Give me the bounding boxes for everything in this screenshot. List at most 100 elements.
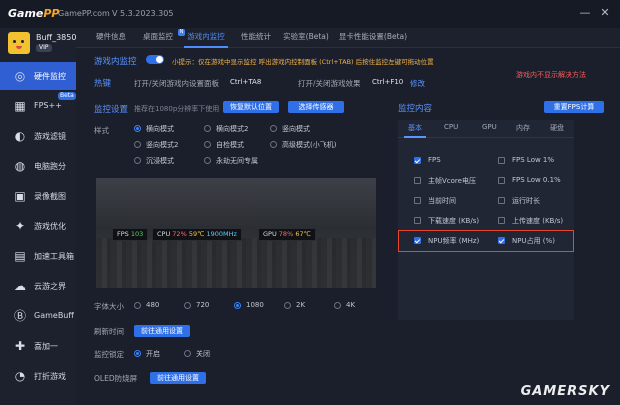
vcore-checkbox[interactable] — [414, 177, 421, 184]
style-vertical-radio[interactable] — [270, 125, 277, 132]
hud-gpu-usage: 78% — [278, 230, 294, 238]
font-size-option-label: 4K — [346, 301, 356, 309]
monitor-content-title: 监控内容 — [398, 104, 433, 114]
hud-gpu-temp: 67℃ — [295, 230, 311, 238]
sidebar-item-gamebuff[interactable]: Ⓑ GameBuff — [0, 302, 76, 330]
sidebar-item-free-games[interactable]: ✚ 喜加一 — [0, 332, 76, 360]
tab-desktop-monitor[interactable]: 桌面监控 N — [138, 28, 185, 48]
tab-memory[interactable]: 内存 — [516, 123, 530, 133]
avatar[interactable] — [8, 32, 30, 54]
download-speed-checkbox[interactable] — [414, 217, 421, 224]
sidebar-item-label: FPS++ — [34, 101, 62, 110]
tab-hardware-info[interactable]: 硬件信息 — [92, 28, 130, 48]
refresh-settings-button[interactable]: 前往通用设置 — [134, 325, 190, 337]
style-selfcheck-radio[interactable] — [204, 141, 211, 148]
tab-cpu[interactable]: CPU — [444, 123, 458, 131]
sidebar-item-label: 打折游戏 — [34, 372, 66, 381]
tab-basic[interactable]: 基本 — [408, 123, 422, 133]
gamersky-watermark: GAMERSKY — [520, 384, 610, 399]
beta-badge: Beta — [58, 92, 76, 100]
tab-disk[interactable]: 硬盘 — [550, 123, 564, 133]
fps-low01-checkbox[interactable] — [498, 177, 505, 184]
runtime-checkbox-label: 运行时长 — [512, 197, 540, 205]
troubleshoot-link[interactable]: 游戏内不显示解决方法 — [516, 70, 586, 80]
gamebuff-icon: Ⓑ — [13, 309, 26, 323]
sidebar-item-label: 录像截图 — [34, 192, 66, 201]
sidebar-item-recording[interactable]: ▣ 录像截图 — [0, 182, 76, 210]
toolbox-icon: ▤ — [14, 249, 26, 263]
logo-text-a: Game — [8, 7, 44, 20]
oled-settings-button[interactable]: 前往通用设置 — [150, 372, 206, 384]
style-option-label: 沉浸模式 — [146, 157, 174, 165]
oled-label: OLED防烧屏 — [94, 374, 138, 383]
tab-lab[interactable]: 实验室(Beta) — [282, 28, 330, 48]
fps-checkbox-label: FPS — [428, 156, 441, 164]
style-vertical2-radio[interactable] — [134, 141, 141, 148]
camera-icon: ▣ — [14, 189, 26, 203]
fps-low1-checkbox-label: FPS Low 1% — [512, 156, 555, 164]
sidebar-item-hardware-monitor[interactable]: ◎ 硬件监控 — [0, 62, 76, 90]
hud-cpu-freq: 1900MHz — [206, 230, 237, 238]
user-profile[interactable]: Buff_3850... VIP — [0, 28, 84, 64]
sidebar-item-discount[interactable]: ◔ 打折游戏 — [0, 362, 76, 390]
hud-fps-label: FPS — [117, 230, 129, 238]
style-horizontal2-radio[interactable] — [204, 125, 211, 132]
discount-icon: ◔ — [14, 369, 26, 383]
tab-gpu[interactable]: GPU — [482, 123, 497, 131]
reset-fps-button[interactable]: 重置FPS计算 — [544, 101, 604, 113]
sidebar-item-fps[interactable]: ▦ FPS++ Beta — [0, 92, 76, 120]
font-size-option-label: 480 — [146, 301, 160, 309]
upload-speed-checkbox[interactable] — [498, 217, 505, 224]
hotkey-edit-link[interactable]: 修改 — [410, 78, 425, 89]
font-size-option-label: 2K — [296, 301, 306, 309]
font-size-480-radio[interactable] — [134, 302, 141, 309]
overlay-preview: FPS 103 CPU 72% 59℃ 1900MHz GPU 78% 67℃ — [96, 178, 376, 288]
tab-gpu-settings[interactable]: 显卡性能设置(Beta) — [338, 28, 408, 48]
style-naraka-radio[interactable] — [204, 157, 211, 164]
close-button[interactable]: ✕ — [598, 6, 612, 20]
style-advanced-radio[interactable] — [270, 141, 277, 148]
sidebar-item-label: 加速工具箱 — [34, 252, 74, 261]
hotkey-effect-value[interactable]: Ctrl+F10 — [372, 78, 403, 86]
monitor-lock-on-radio[interactable] — [134, 350, 141, 357]
fps-low1-checkbox[interactable] — [498, 157, 505, 164]
monitor-lock-off-radio[interactable] — [184, 350, 191, 357]
sidebar-item-label: 游戏优化 — [34, 222, 66, 231]
fps-checkbox[interactable] — [414, 157, 421, 164]
tab-performance-stats[interactable]: 性能统计 — [236, 28, 276, 48]
sidebar-item-cloud[interactable]: ☁ 云游之界 — [0, 272, 76, 300]
style-immersive-radio[interactable] — [134, 157, 141, 164]
choose-sensor-button[interactable]: 选择传感器 — [288, 101, 344, 113]
font-size-720-radio[interactable] — [184, 302, 191, 309]
font-size-4k-radio[interactable] — [334, 302, 341, 309]
style-option-label: 横向模式2 — [216, 125, 249, 133]
rocket-icon: ✦ — [14, 219, 26, 233]
monitor-settings-title: 监控设置 — [94, 105, 129, 115]
runtime-checkbox[interactable] — [498, 197, 505, 204]
font-size-option-label: 720 — [196, 301, 210, 309]
sidebar-item-benchmark[interactable]: ◍ 电脑跑分 — [0, 152, 76, 180]
ingame-monitor-toggle[interactable] — [146, 55, 164, 64]
sidebar-item-toolbox[interactable]: ▤ 加速工具箱 — [0, 242, 76, 270]
style-option-label: 竖向模式 — [282, 125, 310, 133]
top-tabs: 硬件信息 桌面监控 N 游戏内监控 性能统计 实验室(Beta) 显卡性能设置(B… — [76, 28, 620, 48]
monitor-content-panel: 基本 CPU GPU 内存 硬盘 FPS FPS Low 1% 主帧Vcore电… — [398, 120, 574, 320]
hotkey-effect-label: 打开/关闭游戏效果 — [298, 79, 361, 88]
hud-gpu: GPU 78% 67℃ — [258, 228, 316, 241]
current-time-checkbox[interactable] — [414, 197, 421, 204]
font-size-1080-radio[interactable] — [234, 302, 241, 309]
sidebar-item-game-filter[interactable]: ◐ 游戏滤镜 — [0, 122, 76, 150]
refresh-label: 刷新时间 — [94, 327, 124, 336]
minimize-button[interactable]: — — [578, 6, 592, 20]
style-horizontal-radio[interactable] — [134, 125, 141, 132]
main-panel: 游戏内监控 小提示：仅在游戏中显示监控 呼出游戏内控制面板 (Ctrl+TAB)… — [76, 48, 620, 405]
hotkey-panel-value[interactable]: Ctrl+TA8 — [230, 78, 261, 86]
upload-speed-checkbox-label: 上传速度 (KB/s) — [512, 217, 564, 225]
sidebar-item-game-optimize[interactable]: ✦ 游戏优化 — [0, 212, 76, 240]
font-size-2k-radio[interactable] — [284, 302, 291, 309]
style-option-label: 高级模式(小飞机) — [282, 141, 337, 149]
tab-ingame-monitor[interactable]: 游戏内监控 — [184, 28, 228, 48]
monitor-icon: ◎ — [14, 69, 26, 83]
restore-position-button[interactable]: 恢复默认位置 — [223, 101, 279, 113]
current-time-checkbox-label: 当前时间 — [428, 197, 456, 205]
